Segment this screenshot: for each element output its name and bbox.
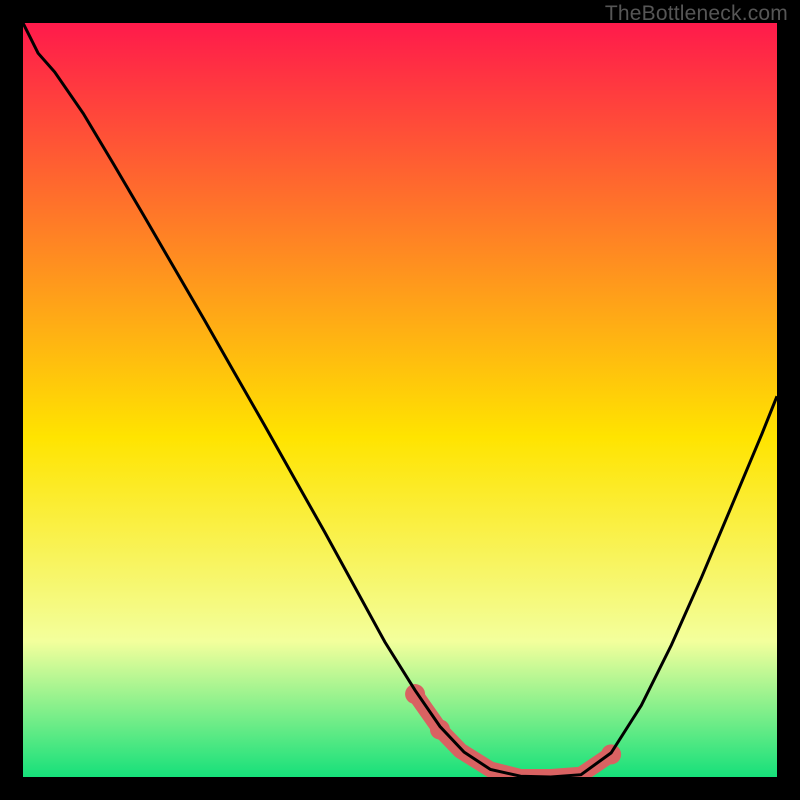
chart-stage: TheBottleneck.com [0, 0, 800, 800]
plot-area [23, 23, 777, 777]
main-curve [23, 23, 777, 777]
accent-dot [430, 719, 450, 739]
curve-layer [23, 23, 777, 777]
watermark-text: TheBottleneck.com [605, 2, 788, 26]
